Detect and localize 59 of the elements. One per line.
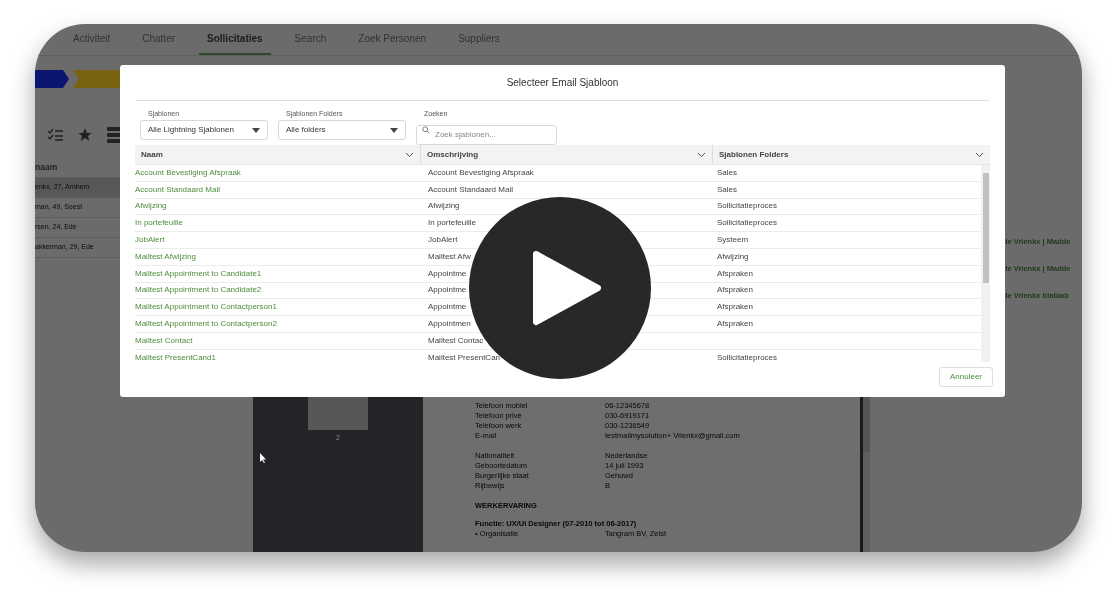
table-cell-text: JobAlert <box>427 234 459 247</box>
table-cell-text: Afwijzing <box>427 200 461 213</box>
table-cell-text: Sollicitatieproces <box>716 200 778 213</box>
table-cell-text: Afspraken <box>716 267 754 280</box>
play-icon <box>532 250 602 326</box>
dropdown[interactable]: Alle folders <box>278 120 406 140</box>
table-cell-text: Mailtest Contac <box>427 334 485 347</box>
scrollbar[interactable] <box>981 165 990 362</box>
template-link[interactable]: JobAlert <box>135 234 420 247</box>
table-cell-text: Account Bevestiging Afspraak <box>427 166 535 179</box>
table-cell-text: Appointme <box>427 267 468 280</box>
tab[interactable]: Activiteit <box>65 24 119 55</box>
tab[interactable]: Sollicitaties <box>199 24 271 55</box>
path-step-icon <box>73 70 123 88</box>
search-field[interactable]: Zoek sjablonen... <box>416 124 557 145</box>
template-link[interactable]: Account Standaard Mail <box>135 183 420 196</box>
dropdown[interactable]: Alle Lightning Sjablonen <box>140 120 268 140</box>
table-cell-text: Sollicitatieproces <box>716 351 778 362</box>
page-thumbnail[interactable] <box>308 397 368 430</box>
template-link[interactable]: Mailtest Appointment to Contactperson2 <box>135 318 420 331</box>
chevron-down-icon <box>405 151 414 158</box>
template-link[interactable]: Afwijzing <box>135 200 420 213</box>
table-cell-text: Account Standaard Mail <box>427 183 514 196</box>
checklist-icon[interactable] <box>47 128 63 142</box>
template-link[interactable]: In portefeuille <box>135 217 420 230</box>
mouse-cursor-icon <box>260 452 267 463</box>
template-link[interactable]: Mailtest Appointment to Contactperson1 <box>135 301 420 314</box>
template-link[interactable]: Mailtest Appointment to Candidate2 <box>135 284 420 297</box>
column-header[interactable]: Sjablonen Folders <box>712 145 990 164</box>
dialog-title: Selecteer Email Sjabloon <box>506 76 619 90</box>
table-cell-text: Afspraken <box>716 284 754 297</box>
template-link[interactable]: Mailtest PresentCand1 <box>135 351 420 362</box>
table-cell-text: Appointme <box>427 284 468 297</box>
template-link[interactable]: Mailtest Afwijzing <box>135 250 420 263</box>
table-cell-text: In portefeuille <box>427 217 478 230</box>
template-link[interactable]: Mailtest Contact <box>135 334 420 347</box>
table-cell-text: Afspraken <box>716 301 754 314</box>
table-cell-text: Appointme <box>427 301 468 314</box>
caret-icon <box>252 127 260 133</box>
table-cell-text: Afwijzing <box>716 250 749 263</box>
chevron-down-icon <box>697 151 706 158</box>
table-cell-text: Appointmen <box>427 318 472 331</box>
cancel-button[interactable]: Annuleer <box>938 367 993 387</box>
table-cell-text: Systeem <box>716 234 749 247</box>
list-view-icon[interactable] <box>107 127 121 143</box>
table-cell-text: Mailtest Afw <box>427 250 472 263</box>
table-cell-text: Sollicitatieproces <box>716 217 778 230</box>
table-cell-text: Sales <box>716 166 737 179</box>
caret-icon <box>390 127 398 133</box>
search-icon <box>422 126 430 134</box>
scrollbar[interactable] <box>863 397 870 552</box>
path-step-icon <box>35 70 69 88</box>
table-cell-text: Sales <box>716 183 737 196</box>
table-cell-text: Mailtest PresentCan <box>427 351 502 362</box>
template-link[interactable]: Mailtest Appointment to Candidate1 <box>135 267 420 280</box>
column-header[interactable]: Omschrijving <box>420 145 712 164</box>
table-cell-text: Afspraken <box>716 318 754 331</box>
chevron-down-icon <box>975 151 984 158</box>
star-icon[interactable] <box>77 127 93 143</box>
